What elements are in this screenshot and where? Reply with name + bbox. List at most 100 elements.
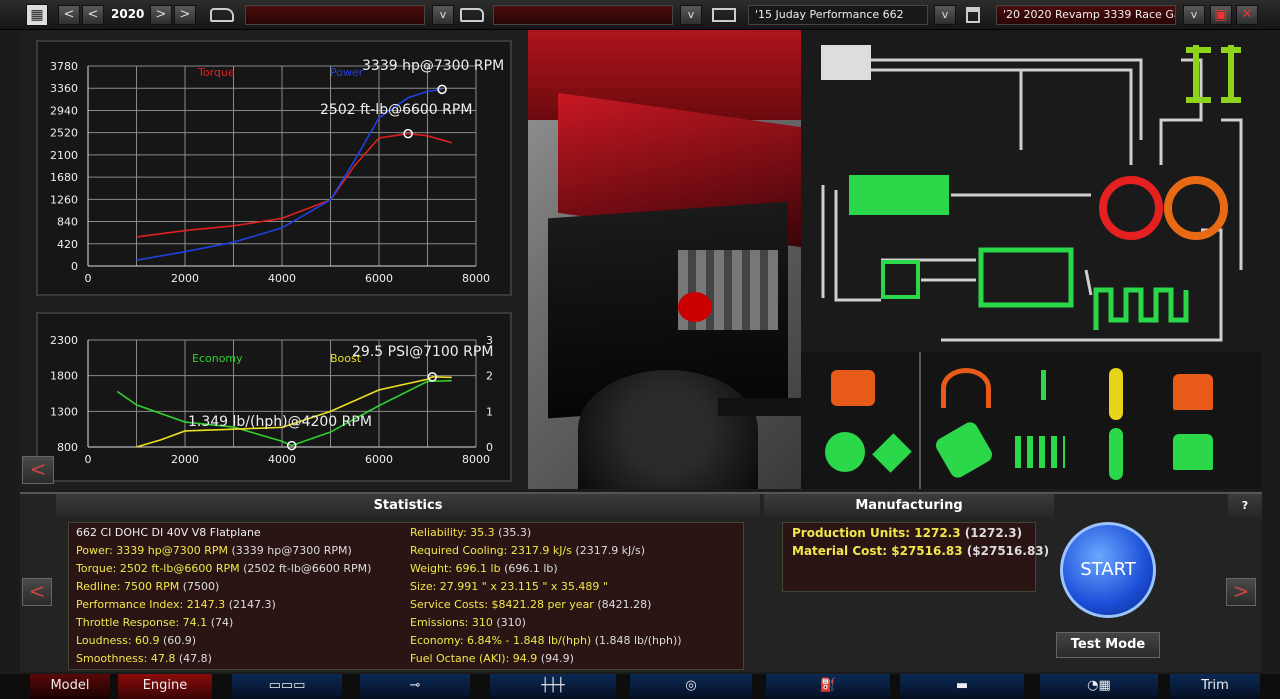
stat-reference-value: (310)	[496, 616, 526, 629]
y-tick-label: 800	[57, 441, 78, 454]
conrod-icon[interactable]	[1109, 368, 1123, 420]
tab-engine[interactable]: Engine	[118, 674, 212, 699]
starter-part-icon[interactable]	[825, 432, 865, 472]
y2-tick-label: 2	[486, 370, 493, 383]
y-tick-label: 3780	[50, 60, 78, 73]
engine-variant-select[interactable]: '20 2020 Revamp 3339 Race Gas	[996, 5, 1176, 25]
engine-variant-dropdown-button[interactable]: v	[1183, 5, 1205, 25]
stat-label: Redline: 7500 RPM	[76, 580, 180, 593]
year-back-button[interactable]: <	[82, 5, 104, 25]
y-tick-label: 2520	[50, 127, 78, 140]
stat-label: Torque: 2502 ft-lb@6600 RPM	[76, 562, 240, 575]
exhaust-muffler-icon	[1186, 45, 1241, 103]
power-chart-panel: 3780 3360 2940 2520 2100 1680 1260 840 420 0 0 2000…	[36, 40, 512, 296]
boost-peak-annotation: 29.5 PSI@7100 RPM	[352, 344, 494, 360]
car-icon	[210, 8, 234, 22]
stat-label: Throttle Response: 74.1	[76, 616, 208, 629]
camshaft-icon[interactable]	[1015, 436, 1065, 468]
torque-legend: Torque	[198, 66, 235, 79]
tab-fuel-icon[interactable]: ⛽	[766, 674, 890, 699]
y-tick-label: 420	[57, 238, 78, 251]
stat-row: Economy: 6.84% - 1.848 lb/(hph) (1.848 l…	[410, 634, 682, 647]
stat-reference-value: (47.8)	[178, 652, 212, 665]
x-tick-label: 6000	[365, 272, 393, 285]
stat-row: Size: 27.991 " x 23.115 " x 35.489 "	[410, 580, 608, 593]
year-forward-button[interactable]: >	[150, 5, 172, 25]
stat-reference-value: (60.9)	[163, 634, 197, 647]
collapse-charts-button[interactable]: <	[22, 456, 54, 484]
tab-cams-icon[interactable]: ┼┼┼	[490, 674, 616, 699]
close-icon[interactable]: ✕	[1236, 5, 1258, 25]
tab-valvetrain-icon[interactable]: ⊸	[360, 674, 470, 699]
stat-label: Production Units: 1272.3	[792, 526, 961, 540]
wrench-icon[interactable]	[933, 419, 995, 481]
red-cap	[678, 292, 712, 322]
spark-plug-icon[interactable]	[872, 433, 912, 473]
engine-select[interactable]: '15 Juday Performance 662	[748, 5, 928, 25]
stat-row: Throttle Response: 74.1 (74)	[76, 616, 233, 629]
stat-row: Smoothness: 47.8 (47.8)	[76, 652, 212, 665]
dipstick-icon[interactable]	[1041, 370, 1046, 400]
stat-row: Power: 3339 hp@7300 RPM (3339 hp@7300 RP…	[76, 544, 352, 557]
x-tick-label: 4000	[268, 272, 296, 285]
manufacturing-header: Manufacturing	[764, 494, 1054, 518]
car-trim-dropdown-button[interactable]: v	[680, 5, 702, 25]
intake-runner-icon	[1093, 287, 1189, 330]
car-model-dropdown-button[interactable]: v	[432, 5, 454, 25]
y-tick-label: 2940	[50, 104, 78, 117]
year-back-10-button[interactable]: <	[58, 5, 80, 25]
conrod-green-icon[interactable]	[1109, 428, 1123, 480]
stat-row: Service Costs: $8421.28 per year (8421.2…	[410, 598, 651, 611]
tab-tune-icon[interactable]: ◔▦	[1040, 674, 1158, 699]
engine-dropdown-button[interactable]: v	[934, 5, 956, 25]
economy-chart-panel: 2300 1800 1300 800 0 2000 4000 6000 8000 3 2 1 0 Eco…	[36, 312, 512, 482]
piston-green-icon[interactable]	[1173, 434, 1213, 470]
stat-row: 662 CI DOHC DI 40V V8 Flatplane	[76, 526, 261, 539]
stat-row: Torque: 2502 ft-lb@6600 RPM (2502 ft-lb@…	[76, 562, 371, 575]
piston-icon[interactable]	[1173, 374, 1213, 410]
stat-reference-value: (696.1 lb)	[504, 562, 558, 575]
car-trim-select[interactable]	[493, 5, 673, 25]
statistics-header: Statistics	[56, 494, 760, 518]
stat-label: Size: 27.991 " x 23.115 " x 35.489 "	[410, 580, 608, 593]
year-label: 2020	[111, 7, 145, 21]
stat-row: Loudness: 60.9 (60.9)	[76, 634, 196, 647]
help-button[interactable]: ?	[1228, 494, 1262, 518]
x-tick-label: 6000	[365, 453, 393, 466]
tab-model[interactable]: Model	[30, 674, 110, 699]
y-tick-label: 3360	[50, 82, 78, 95]
tab-exhaust-icon[interactable]: ▬	[900, 674, 1024, 699]
tab-trim[interactable]: Trim	[1170, 674, 1260, 699]
engine-3d-view[interactable]	[528, 30, 801, 489]
stat-row: Redline: 7500 RPM (7500)	[76, 580, 219, 593]
turbo-red-icon	[1099, 176, 1163, 240]
x-tick-label: 4000	[268, 453, 296, 466]
calendar-icon[interactable]: ▦	[26, 4, 48, 26]
stats-next-button[interactable]: >	[1226, 578, 1256, 606]
year-forward-10-button[interactable]: >	[174, 5, 196, 25]
stat-row: Reliability: 35.3 (35.3)	[410, 526, 531, 539]
torque-peak-annotation: 2502 ft-lb@6600 RPM	[320, 102, 473, 118]
stat-reference-value: (35.3)	[498, 526, 532, 539]
engine-block-part-icon[interactable]	[831, 370, 875, 406]
tab-block-icon[interactable]: ▭▭▭	[232, 674, 342, 699]
intercooler-icon	[849, 175, 949, 215]
engine-parts-panel	[801, 352, 1262, 489]
tab-aspiration-icon[interactable]: ◎	[630, 674, 752, 699]
stat-reference-value: (3339 hp@7300 RPM)	[231, 544, 352, 557]
stat-label: Required Cooling: 2317.9 kJ/s	[410, 544, 572, 557]
statistics-area: Statistics Manufacturing ? 662 CI DOHC D…	[20, 492, 1262, 672]
start-button[interactable]: START	[1060, 522, 1156, 618]
y-tick-label: 1260	[50, 193, 78, 206]
car-model-select[interactable]	[245, 5, 425, 25]
test-mode-button[interactable]: Test Mode	[1056, 632, 1160, 658]
x-tick-label: 0	[85, 272, 92, 285]
stat-label: Material Cost: $27516.83	[792, 544, 963, 558]
stat-reference-value: ($27516.83)	[966, 544, 1050, 558]
stats-prev-button[interactable]: <	[22, 578, 52, 606]
gauge-icon[interactable]	[941, 368, 991, 408]
stat-reference-value: (8421.28)	[597, 598, 652, 611]
save-icon[interactable]: ▣	[1210, 5, 1232, 25]
x-tick-label: 8000	[462, 453, 490, 466]
economy-min-annotation: 1.349 lb/(hph)@4200 RPM	[188, 414, 372, 430]
